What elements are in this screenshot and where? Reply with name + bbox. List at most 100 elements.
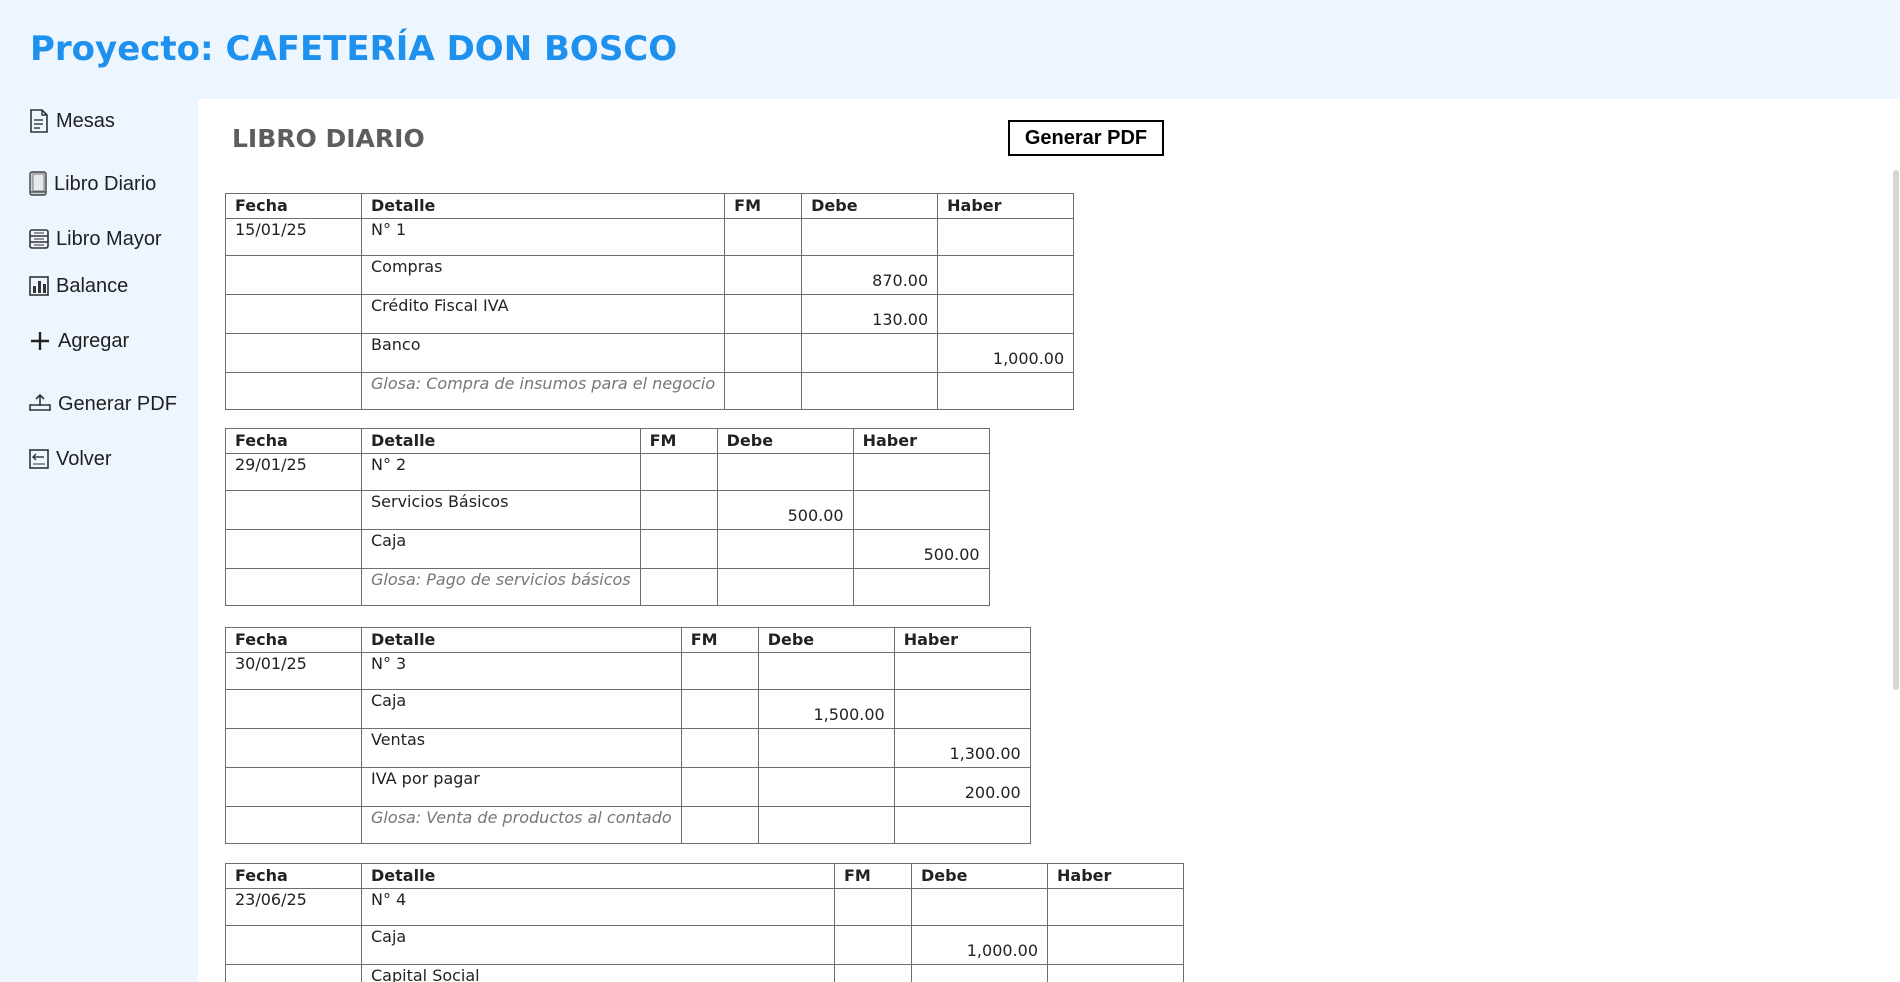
column-header: FM (724, 193, 803, 219)
sidebar-item-mesas[interactable]: Mesas (28, 105, 115, 137)
account-detail: Banco (360, 333, 726, 373)
account-detail: Caja (361, 529, 641, 569)
haber-amount (893, 689, 1031, 729)
column-header: Detalle (361, 627, 682, 653)
date-cell (225, 333, 362, 373)
section-title: LIBRO DIARIO (232, 124, 425, 153)
account-detail: Servicios Básicos (361, 490, 641, 530)
fm-cell (834, 964, 912, 982)
fm-cell (680, 767, 759, 807)
sidebar-item-agregar[interactable]: Agregar (28, 325, 129, 357)
haber-amount (937, 255, 1075, 295)
sidebar-item-label: Volver (56, 447, 112, 470)
journal-entry-table: Fecha Detalle FM Debe Haber 29/01/25 N° … (225, 428, 990, 606)
haber-amount (937, 294, 1075, 334)
haber-amount (1047, 925, 1184, 965)
debe-amount (757, 728, 895, 768)
table-row: Glosa: Compra de insumos para el negocio (225, 372, 1075, 410)
fm-cell (639, 529, 718, 569)
column-header: Debe (801, 193, 939, 219)
table-header-row: Fecha Detalle FM Debe Haber (225, 863, 1184, 889)
fm-cell (639, 453, 718, 491)
back-icon (29, 449, 49, 469)
date-cell (225, 806, 362, 844)
debe-amount: 1,000.00 (911, 925, 1048, 965)
column-header: Haber (1047, 863, 1184, 889)
glosa-text: Glosa: Venta de productos al contado (361, 806, 682, 844)
column-header: Debe (757, 627, 895, 653)
account-detail: Caja (361, 925, 835, 965)
journal-entry-table: Fecha Detalle FM Debe Haber 30/01/25 N° … (225, 627, 1031, 844)
entry-number: N° 3 (361, 652, 682, 690)
sidebar-item-balance[interactable]: Balance (28, 270, 128, 302)
fm-cell (724, 255, 803, 295)
project-title: Proyecto: CAFETERÍA DON BOSCO (30, 29, 678, 69)
debe-cell (801, 372, 939, 410)
haber-amount (852, 490, 990, 530)
column-header: Fecha (225, 863, 362, 889)
debe-amount (716, 529, 854, 569)
fm-cell (680, 689, 759, 729)
main-content: LIBRO DIARIO Generar PDF Fecha Detalle F… (198, 99, 1900, 982)
table-header-row: Fecha Detalle FM Debe Haber (225, 627, 1031, 653)
sidebar-item-volver[interactable]: Volver (28, 443, 112, 475)
debe-amount (911, 964, 1048, 982)
table-row: Glosa: Pago de servicios básicos (225, 568, 990, 606)
fm-cell (680, 728, 759, 768)
column-header: FM (639, 428, 718, 454)
ledger-icon (29, 229, 49, 249)
column-header: Debe (911, 863, 1048, 889)
entry-number: N° 2 (361, 453, 641, 491)
entry-date: 23/06/25 (225, 888, 362, 926)
fm-cell (834, 925, 912, 965)
sidebar-item-label: Libro Diario (54, 172, 157, 195)
sidebar-item-libro-mayor[interactable]: Libro Mayor (28, 223, 162, 255)
account-detail: Compras (360, 255, 726, 295)
date-cell (225, 294, 362, 334)
journal-entry-table: Fecha Detalle FM Debe Haber 23/06/25 N° … (225, 863, 1184, 982)
column-header: Fecha (225, 428, 362, 454)
sidebar-item-generar-pdf[interactable]: Generar PDF (28, 388, 177, 420)
column-header: Haber (852, 428, 990, 454)
table-header-row: Fecha Detalle FM Debe Haber (225, 193, 1075, 219)
generate-pdf-button[interactable]: Generar PDF (1008, 120, 1164, 156)
column-header: Haber (893, 627, 1031, 653)
haber-cell (893, 806, 1031, 844)
sidebar-item-label: Mesas (56, 109, 115, 132)
debe-cell (801, 218, 939, 256)
haber-cell (852, 568, 990, 606)
haber-amount: 1,000.00 (937, 333, 1075, 373)
fm-cell (724, 333, 803, 373)
table-row: Glosa: Venta de productos al contado (225, 806, 1031, 844)
column-header: Haber (937, 193, 1075, 219)
sidebar: Mesas Libro Diario Libro Mayor Balance A… (0, 99, 198, 982)
debe-amount: 500.00 (716, 490, 854, 530)
document-icon (30, 109, 48, 133)
date-cell (225, 255, 362, 295)
table-row: Banco 1,000.00 (225, 333, 1075, 373)
table-row: 23/06/25 N° 4 (225, 888, 1184, 926)
book-icon (29, 171, 47, 196)
sidebar-item-label: Libro Mayor (56, 227, 162, 250)
fm-cell (680, 806, 759, 844)
haber-amount: 1,000.00 (1047, 964, 1184, 982)
vertical-scrollbar[interactable] (1893, 170, 1899, 690)
sidebar-item-libro-diario[interactable]: Libro Diario (28, 168, 156, 200)
date-cell (225, 964, 362, 982)
haber-cell (1047, 888, 1184, 926)
table-row: 29/01/25 N° 2 (225, 453, 990, 491)
sidebar-item-label: Agregar (58, 329, 130, 352)
debe-amount: 870.00 (801, 255, 939, 295)
journal-entry-table: Fecha Detalle FM Debe Haber 15/01/25 N° … (225, 193, 1075, 410)
bar-chart-icon (29, 276, 49, 296)
table-row: Capital Social 1,000.00 (225, 964, 1184, 982)
entry-date: 29/01/25 (225, 453, 362, 491)
table-row: Compras 870.00 (225, 255, 1075, 295)
sidebar-item-label: Balance (56, 274, 129, 297)
account-detail: IVA por pagar (361, 767, 682, 807)
fm-cell (639, 568, 718, 606)
table-row: 30/01/25 N° 3 (225, 652, 1031, 690)
haber-cell (893, 652, 1031, 690)
account-detail: Caja (361, 689, 682, 729)
haber-cell (937, 372, 1075, 410)
